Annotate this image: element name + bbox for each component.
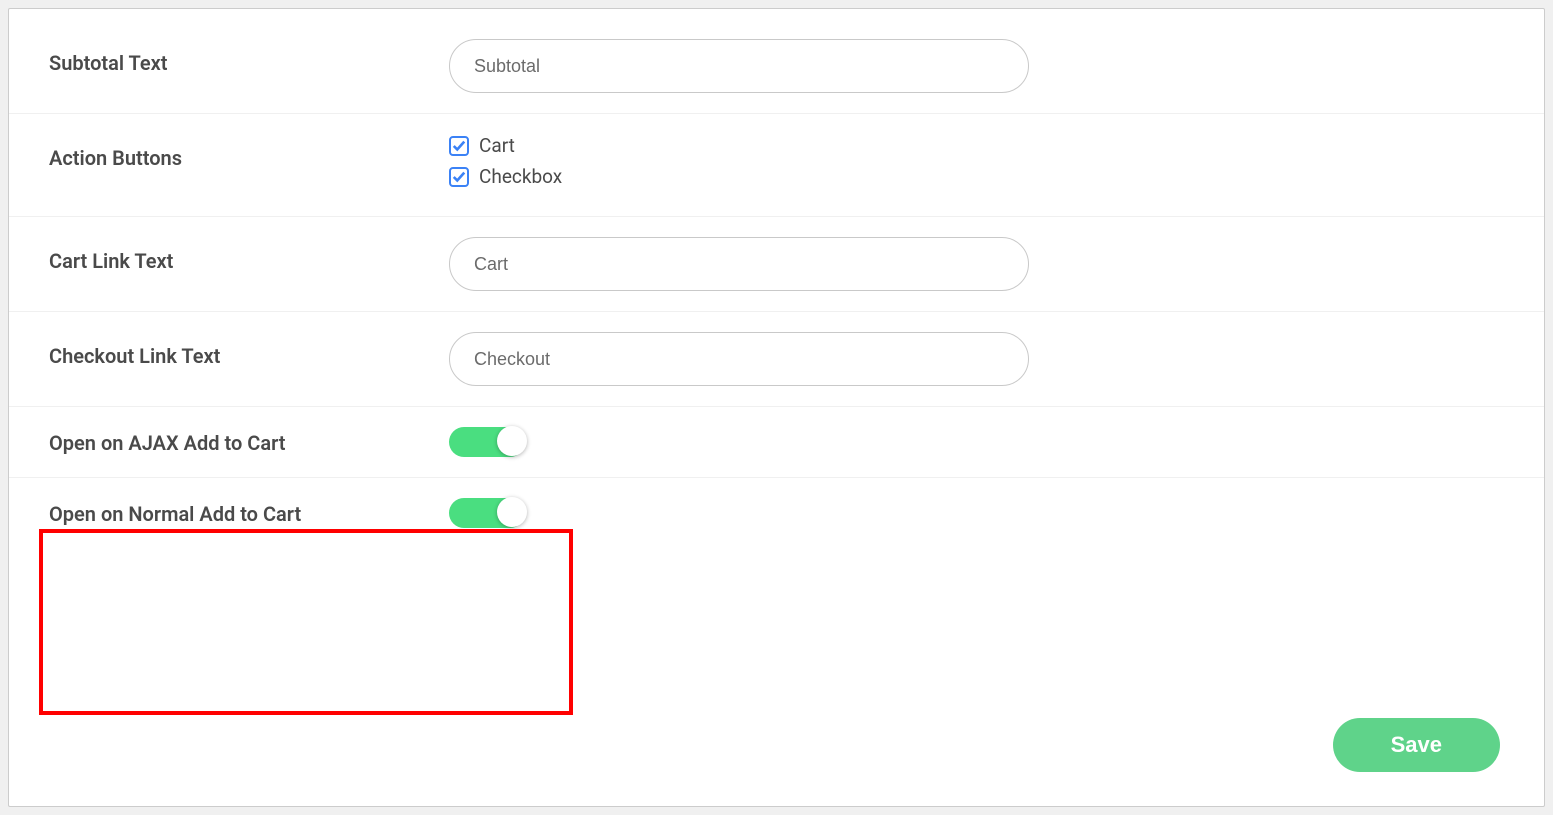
- checkbox-label-cart: Cart: [479, 134, 515, 157]
- save-button[interactable]: Save: [1333, 718, 1500, 772]
- checkbox-checkbox[interactable]: [449, 167, 469, 187]
- checkbox-label-checkbox: Checkbox: [479, 165, 562, 188]
- label-checkout-link-text: Checkout Link Text: [49, 332, 449, 368]
- row-checkout-link-text: Checkout Link Text: [9, 312, 1544, 407]
- field-open-ajax: [449, 427, 1504, 457]
- check-icon: [452, 170, 466, 184]
- row-cart-link-text: Cart Link Text: [9, 217, 1544, 312]
- field-action-buttons: Cart Checkbox: [449, 134, 1504, 196]
- checkbox-row-cart: Cart: [449, 134, 1504, 157]
- toggle-knob: [497, 426, 527, 456]
- checkbox-row-checkbox: Checkbox: [449, 165, 1504, 188]
- toggle-open-ajax[interactable]: [449, 427, 525, 457]
- field-subtotal-text: [449, 39, 1504, 93]
- field-open-normal: [449, 498, 1504, 528]
- input-checkout-link-text[interactable]: [449, 332, 1029, 386]
- toggle-open-normal[interactable]: [449, 498, 525, 528]
- input-subtotal-text[interactable]: [449, 39, 1029, 93]
- check-icon: [452, 139, 466, 153]
- checkbox-cart[interactable]: [449, 136, 469, 156]
- label-open-ajax: Open on AJAX Add to Cart: [49, 427, 449, 455]
- row-subtotal-text: Subtotal Text: [9, 19, 1544, 114]
- highlight-box: [39, 529, 573, 715]
- label-cart-link-text: Cart Link Text: [49, 237, 449, 273]
- settings-panel: Subtotal Text Action Buttons Cart Checkb…: [8, 8, 1545, 807]
- field-checkout-link-text: [449, 332, 1504, 386]
- row-action-buttons: Action Buttons Cart Checkbox: [9, 114, 1544, 217]
- label-action-buttons: Action Buttons: [49, 134, 449, 170]
- toggle-knob: [497, 497, 527, 527]
- row-open-normal: Open on Normal Add to Cart: [9, 478, 1544, 548]
- label-open-normal: Open on Normal Add to Cart: [49, 498, 449, 526]
- label-subtotal-text: Subtotal Text: [49, 39, 449, 75]
- row-open-ajax: Open on AJAX Add to Cart: [9, 407, 1544, 478]
- field-cart-link-text: [449, 237, 1504, 291]
- input-cart-link-text[interactable]: [449, 237, 1029, 291]
